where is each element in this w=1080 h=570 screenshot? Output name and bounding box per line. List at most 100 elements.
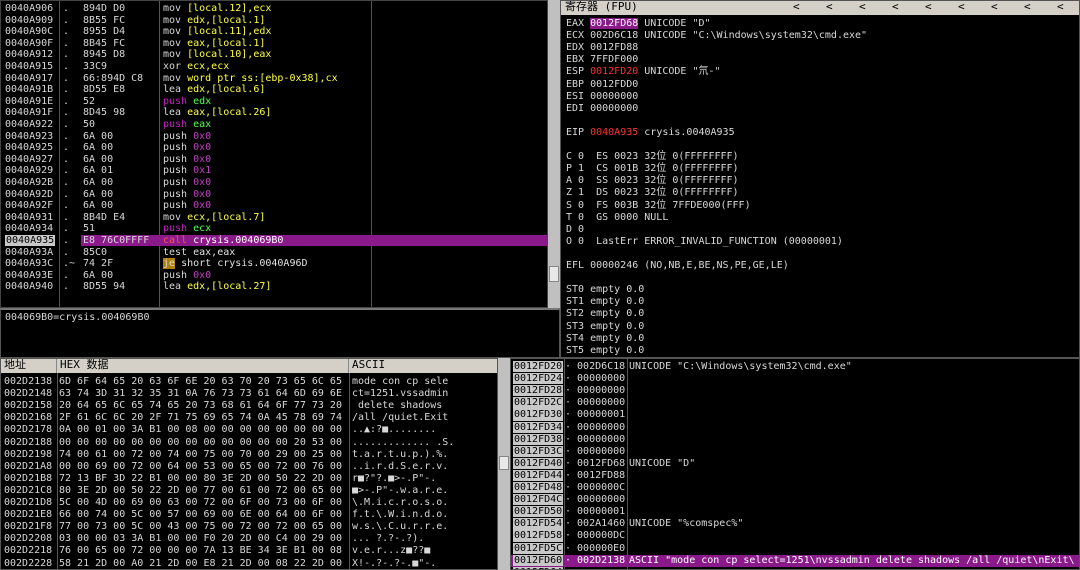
register-value[interactable]: 0012FD20 — [590, 66, 638, 77]
disasm-row[interactable]: 0040A909. 8B55 FC mov edx,[local.1] — [1, 15, 547, 26]
disasm-row[interactable]: 0040A92D. 6A 00 push 0x0 — [1, 189, 547, 200]
dump-row[interactable]: 002D21D8 5C 00 4D 00 69 00 63 00 72 00 6F… — [1, 497, 497, 508]
register-line[interactable]: O 0 LastErr ERROR_INVALID_FUNCTION (0000… — [566, 236, 843, 247]
scroll-arrow-button[interactable]: < — [958, 1, 965, 12]
register-line[interactable]: ST5 empty 0.0 — [566, 345, 644, 356]
disasm-row[interactable]: 0040A90C. 8955 D4 mov [local.11],edx — [1, 26, 547, 37]
register-line[interactable]: EAX 0012FD68 UNICODE "D" — [566, 18, 711, 29]
stack-row[interactable]: 0012FD50 · 00000001 — [511, 506, 1079, 518]
disasm-row[interactable]: 0040A92F. 6A 00 push 0x0 — [1, 200, 547, 211]
register-line[interactable]: ESI 00000000 — [566, 91, 638, 102]
disassembly-pane[interactable]: 0040A906. 894D D0 mov [local.12],ecx 0040A9… — [0, 0, 548, 308]
scroll-arrow-button[interactable]: < — [991, 1, 998, 12]
disasm-row[interactable]: 0040A93C .~ 74 2F je short crysis.0040A96D — [1, 258, 547, 270]
stack-row[interactable]: 0012FD2C · 00000000 — [511, 397, 1079, 409]
dump-row[interactable]: 002D2168 2F 61 6C 6C 20 2F 71 75 69 65 74… — [1, 412, 497, 423]
register-line[interactable]: ST2 empty 0.0 — [566, 308, 644, 319]
register-value[interactable]: 0012FD88 — [590, 42, 638, 53]
stack-row[interactable]: 0012FD60 · 002D2138 ASCII "mode con cp sel… — [511, 554, 1079, 567]
disassembly-scrollbar[interactable] — [548, 0, 560, 308]
disasm-row[interactable]: 0040A917. 66:894D C8 mov word ptr ss:[ebp-… — [1, 73, 547, 84]
header-address[interactable]: 地址 — [1, 359, 57, 373]
register-value[interactable]: 0012FD68 — [590, 18, 639, 29]
header-hex[interactable]: HEX 数据 — [57, 359, 349, 373]
scroll-arrow-button[interactable]: < — [1057, 1, 1064, 12]
register-line[interactable]: ST3 empty 0.0 — [566, 321, 644, 332]
register-value[interactable]: 0040A935 — [590, 127, 638, 138]
stack-row[interactable]: 0012FD4C · 00000000 — [511, 494, 1079, 506]
register-line[interactable]: P 1 CS 001B 32位 0(FFFFFFFF) — [566, 163, 739, 174]
stack-row[interactable]: 0012FD20 · 002D6C18 UNICODE "C:\Windows\sy… — [511, 361, 1079, 373]
disasm-row[interactable]: 0040A935. E8 76C0FFFF call crysis.004069B0 — [1, 235, 547, 247]
dump-row[interactable]: 002D2208 03 00 00 03 3A B1 00 00 F0 20 2D… — [1, 533, 497, 544]
register-line[interactable]: EBX 7FFDF000 — [566, 54, 638, 65]
disasm-row[interactable]: 0040A91E. 52 push edx — [1, 96, 547, 107]
disasm-row[interactable]: 0040A912. 8945 D8 mov [local.10],eax — [1, 49, 547, 60]
register-line[interactable]: ESP 0012FD20 UNICODE "氘-" — [566, 66, 721, 77]
register-line[interactable]: ST1 empty 0.0 — [566, 296, 644, 307]
stack-row[interactable]: 0012FD5C · 000000E0 — [511, 542, 1079, 555]
register-line[interactable]: EDI 00000000 — [566, 103, 638, 114]
registers-pane[interactable]: 寄存器 (FPU) < < < < < < < < < EAX 0012FD68 UNICODE… — [560, 0, 1080, 358]
disasm-row[interactable]: 0040A925. 6A 00 push 0x0 — [1, 142, 547, 153]
stack-row[interactable]: 0012FD54 · 002A1460 UNICODE "%comspec%" — [511, 518, 1079, 530]
register-line[interactable]: EDX 0012FD88 — [566, 42, 638, 53]
stack-row[interactable]: 0012FD34 · 00000000 — [511, 421, 1079, 434]
dump-row[interactable]: 002D2138 6D 6F 64 65 20 63 6F 6E 20 63 70… — [1, 376, 497, 387]
scroll-arrow-button[interactable]: < — [1024, 1, 1031, 12]
stack-row[interactable]: 0012FD38 · 00000000 — [511, 433, 1079, 446]
dump-row[interactable]: 002D21F8 77 00 73 00 5C 00 43 00 75 00 72… — [1, 521, 497, 532]
disasm-row[interactable]: 0040A90F. 8B45 FC mov eax,[local.1] — [1, 38, 547, 49]
dump-row[interactable]: 002D21C8 80 3E 2D 00 50 22 2D 00 77 00 61… — [1, 485, 497, 496]
scroll-arrow-button[interactable]: < — [859, 1, 866, 12]
register-line[interactable]: EBP 0012FDD0 — [566, 79, 638, 90]
dump-row[interactable]: 002D2148 63 74 3D 31 32 35 31 0A 76 73 73… — [1, 388, 497, 399]
dump-row[interactable]: 002D21A8 00 00 69 00 72 00 64 00 53 00 65… — [1, 461, 497, 472]
register-value[interactable]: 0012FDD0 — [590, 79, 638, 90]
scroll-arrow-button[interactable]: < — [925, 1, 932, 12]
scroll-arrow-button[interactable]: < — [892, 1, 899, 12]
disasm-row[interactable]: 0040A93A. 85C0 test eax,eax — [1, 247, 547, 258]
disasm-row[interactable]: 0040A927. 6A 00 push 0x0 — [1, 154, 547, 165]
register-value[interactable]: 00000000 — [590, 103, 638, 114]
register-line[interactable]: Z 1 DS 0023 32位 0(FFFFFFFF) — [566, 187, 739, 198]
register-line[interactable]: ST4 empty 0.0 — [566, 333, 644, 344]
disasm-row[interactable]: 0040A92B. 6A 00 push 0x0 — [1, 177, 547, 188]
dump-row[interactable]: 002D2198 74 00 61 00 72 00 74 00 75 00 70… — [1, 449, 497, 460]
register-value[interactable]: 002D6C18 — [590, 30, 638, 41]
register-line[interactable]: EFL 00000246 (NO,NB,E,BE,NS,PE,GE,LE) — [566, 260, 789, 271]
register-line[interactable]: ST0 empty 0.0 — [566, 284, 644, 295]
stack-row[interactable]: 0012FD28 · 00000000 — [511, 385, 1079, 397]
dump-scrollbar[interactable] — [498, 358, 510, 570]
scrollbar-thumb[interactable] — [499, 456, 509, 470]
hex-dump-pane[interactable]: 地址 HEX 数据 ASCII 002D2138 6D 6F 64 65 20 6… — [0, 358, 498, 570]
register-line[interactable]: EIP 0040A935 crysis.0040A935 — [566, 127, 735, 138]
disasm-row[interactable]: 0040A940. 8D55 94 lea edx,[local.27] — [1, 281, 547, 292]
disasm-row[interactable]: 0040A929. 6A 01 push 0x1 — [1, 165, 547, 176]
disasm-row[interactable]: 0040A915. 33C9 xor ecx,ecx — [1, 61, 547, 72]
dump-row[interactable]: 002D21E8 66 00 74 00 5C 00 57 00 69 00 6E… — [1, 509, 497, 520]
register-line[interactable]: S 0 FS 003B 32位 7FFDE000(FFF) — [566, 200, 751, 211]
dump-row[interactable]: 002D2218 76 00 65 00 72 00 00 00 7A 13 BE… — [1, 545, 497, 556]
register-line[interactable]: A 0 SS 0023 32位 0(FFFFFFFF) — [566, 175, 739, 186]
stack-pane[interactable]: 0012FD20 · 002D6C18 UNICODE "C:\Windows\sy… — [510, 358, 1080, 570]
disasm-row[interactable]: 0040A922. 50 push eax — [1, 119, 547, 130]
register-value[interactable]: 00000000 — [590, 91, 638, 102]
dump-row[interactable]: 002D2228 58 21 2D 00 A0 21 2D 00 E8 21 2D… — [1, 558, 497, 569]
disasm-row[interactable]: 0040A934. 51 push ecx — [1, 223, 547, 234]
stack-row[interactable]: 0012FD58 · 000000DC — [511, 530, 1079, 542]
dump-row[interactable]: 002D2158 20 64 65 6C 65 74 65 20 73 68 61… — [1, 400, 497, 411]
disasm-row[interactable]: 0040A906. 894D D0 mov [local.12],ecx — [1, 3, 547, 14]
stack-row[interactable]: 0012FD30 · 00000001 — [511, 409, 1079, 421]
disasm-row[interactable]: 0040A93E. 6A 00 push 0x0 — [1, 270, 547, 281]
dump-row[interactable]: 002D2188 00 00 00 00 00 00 00 00 00 00 00… — [1, 437, 497, 448]
dump-row[interactable]: 002D2178 0A 00 01 00 3A B1 00 08 00 00 00… — [1, 424, 497, 435]
disasm-row[interactable]: 0040A91F. 8D45 98 lea eax,[local.26] — [1, 107, 547, 118]
stack-row[interactable]: 0012FD44 · 0012FD88 — [511, 469, 1079, 482]
register-line[interactable]: ECX 002D6C18 UNICODE "C:\Windows\system3… — [566, 30, 867, 41]
header-ascii[interactable]: ASCII — [349, 359, 497, 373]
scroll-arrow-button[interactable]: < — [826, 1, 833, 12]
stack-row[interactable]: 0012FD48 · 0000000C — [511, 482, 1079, 494]
register-line[interactable]: D 0 — [566, 224, 584, 235]
disasm-row[interactable]: 0040A923. 6A 00 push 0x0 — [1, 131, 547, 142]
